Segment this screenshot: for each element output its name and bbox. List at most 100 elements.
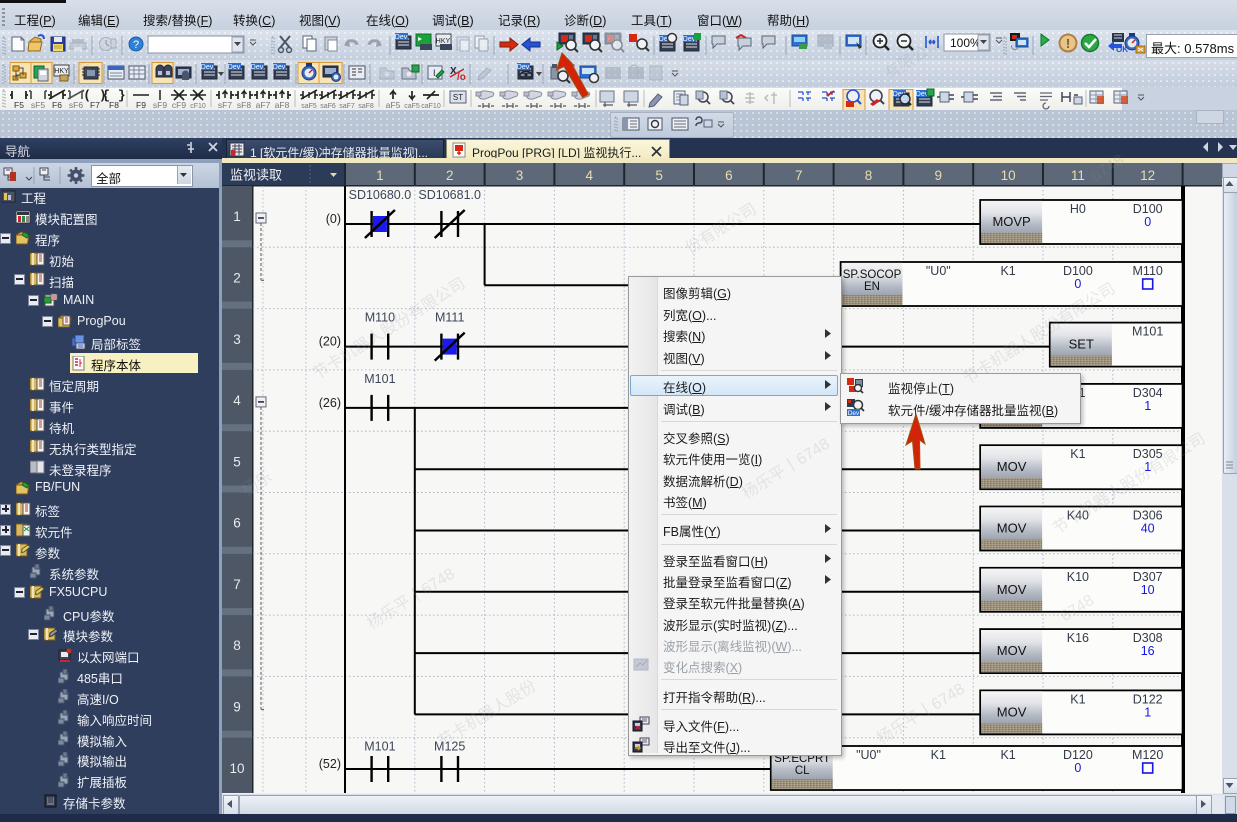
svg-text:0: 0 (1074, 277, 1081, 291)
svg-text:K1: K1 (931, 748, 946, 762)
svg-text:100%: 100% (950, 36, 981, 50)
svg-text:Dev: Dev (395, 34, 408, 41)
svg-text:sF8: sF8 (237, 100, 251, 110)
svg-text:caF5: caF5 (404, 103, 420, 110)
svg-text:1: 1 (376, 168, 384, 183)
svg-text:Dev: Dev (251, 64, 264, 71)
svg-text:M111: M111 (435, 311, 464, 325)
svg-text:sF5: sF5 (31, 100, 45, 110)
svg-text:H0: H0 (1070, 202, 1086, 216)
svg-text:sF7: sF7 (218, 100, 232, 110)
svg-text:2: 2 (446, 168, 454, 183)
svg-text:12: 12 (1140, 168, 1155, 183)
svg-text:D122: D122 (1133, 692, 1163, 706)
svg-text:sF6: sF6 (69, 100, 83, 110)
svg-text:saF8: saF8 (358, 103, 374, 110)
svg-text:K1: K1 (1070, 447, 1085, 461)
svg-text:F6: F6 (52, 100, 62, 110)
svg-text:"U0": "U0" (926, 264, 951, 278)
svg-text:MOV: MOV (997, 521, 1027, 536)
svg-text:M101: M101 (364, 740, 395, 754)
svg-text:监视读取: 监视读取 (230, 168, 282, 183)
svg-text:10: 10 (229, 761, 244, 776)
svg-text:SD10681.0: SD10681.0 (418, 188, 481, 202)
svg-text:aF8: aF8 (275, 100, 290, 110)
svg-text:Dev: Dev (228, 64, 241, 71)
svg-text:F5: F5 (14, 100, 24, 110)
svg-text:0: 0 (1144, 215, 1151, 229)
svg-text:M120: M120 (1132, 748, 1163, 762)
svg-text:MOV: MOV (997, 704, 1027, 719)
svg-text:6: 6 (233, 516, 241, 531)
svg-text:MOV: MOV (997, 582, 1027, 597)
svg-text:10: 10 (1001, 168, 1016, 183)
svg-text:caF10: caF10 (421, 103, 441, 110)
svg-text:D307: D307 (1133, 570, 1163, 584)
svg-text:4: 4 (586, 168, 594, 183)
svg-text:6: 6 (725, 168, 733, 183)
svg-text:D308: D308 (1133, 631, 1163, 645)
svg-text:K10: K10 (1067, 570, 1089, 584)
svg-text:K1: K1 (1000, 264, 1015, 278)
svg-text:Dev: Dev (201, 64, 214, 71)
svg-text:saF6: saF6 (320, 103, 336, 110)
svg-text:7: 7 (233, 577, 241, 592)
svg-text:8: 8 (233, 638, 241, 653)
svg-text:M110: M110 (1133, 264, 1163, 278)
svg-text:1: 1 (233, 209, 241, 224)
svg-text:10: 10 (1141, 583, 1155, 597)
svg-text:?: ? (133, 39, 139, 51)
svg-text:D100: D100 (1063, 264, 1093, 278)
svg-text:saF5: saF5 (301, 103, 317, 110)
svg-text:D100: D100 (1133, 202, 1163, 216)
svg-text:11: 11 (1071, 168, 1085, 183)
svg-text:F8: F8 (109, 100, 119, 110)
svg-text:3: 3 (233, 332, 241, 347)
svg-text:K1: K1 (1070, 692, 1085, 706)
svg-text:MOV: MOV (997, 643, 1027, 658)
svg-text:MOV: MOV (997, 459, 1027, 474)
svg-text:SP.SOCOP: SP.SOCOP (843, 269, 902, 281)
svg-text:D120: D120 (1063, 748, 1093, 762)
svg-text:5: 5 (655, 168, 663, 183)
svg-text:0: 0 (1074, 761, 1081, 775)
svg-text:4: 4 (233, 393, 241, 408)
svg-text:HKY: HKY (436, 38, 451, 45)
svg-text:F9: F9 (136, 100, 146, 110)
svg-text:2: 2 (233, 271, 241, 286)
svg-text:16: 16 (1141, 644, 1155, 658)
svg-text:M101: M101 (364, 372, 395, 386)
svg-text:ST: ST (453, 93, 463, 102)
svg-text:aF7: aF7 (256, 100, 271, 110)
svg-text:D306: D306 (1133, 509, 1163, 523)
svg-text:!: ! (1066, 36, 1070, 51)
svg-text:sF9: sF9 (153, 100, 167, 110)
svg-text:I: I (433, 68, 436, 78)
svg-text:(26): (26) (319, 396, 341, 410)
svg-text:9: 9 (935, 168, 943, 183)
svg-text:aF5: aF5 (386, 100, 401, 110)
svg-text:cF9: cF9 (172, 100, 186, 110)
svg-text:7: 7 (795, 168, 803, 183)
svg-text:K16: K16 (1067, 631, 1089, 645)
svg-text:(0): (0) (326, 212, 341, 226)
svg-text:/o: /o (457, 72, 466, 83)
svg-text:1: 1 (1144, 705, 1151, 719)
svg-text:CL: CL (795, 765, 810, 777)
svg-text:SD10680.0: SD10680.0 (349, 188, 412, 202)
svg-text:cF10: cF10 (190, 103, 206, 110)
svg-text:Dev: Dev (848, 410, 860, 417)
svg-text:"U0": "U0" (856, 748, 881, 762)
svg-text:Dev: Dev (273, 64, 286, 71)
svg-text:Dev: Dev (683, 36, 696, 43)
svg-text:EN: EN (864, 281, 880, 293)
svg-text:9: 9 (233, 700, 241, 715)
svg-text:SET: SET (1069, 337, 1094, 352)
svg-text:F7: F7 (90, 100, 100, 110)
svg-text:D304: D304 (1133, 386, 1163, 400)
svg-text:40: 40 (1141, 522, 1155, 536)
svg-text:K1: K1 (1000, 748, 1015, 762)
svg-text:5: 5 (233, 454, 241, 469)
svg-text:MOVP: MOVP (992, 214, 1030, 229)
svg-text:3: 3 (516, 168, 524, 183)
